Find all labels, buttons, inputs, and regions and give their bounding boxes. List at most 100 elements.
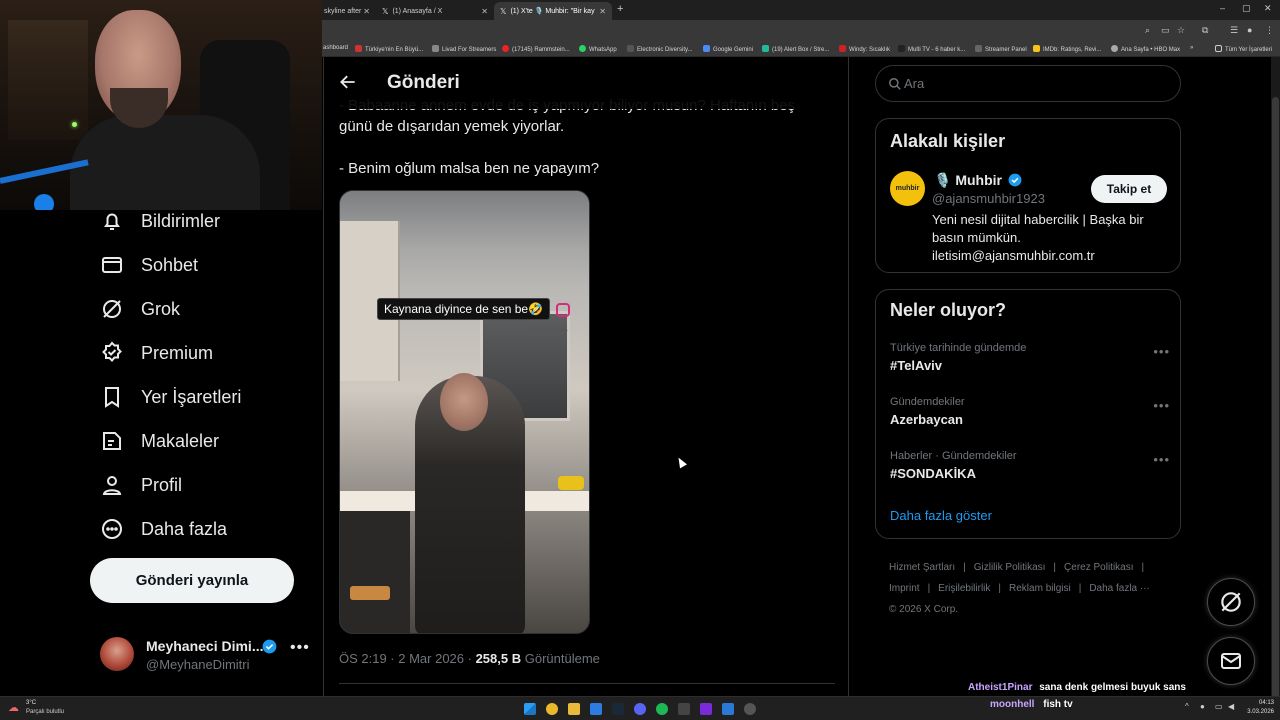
article-icon [103, 432, 121, 450]
back-arrow-icon[interactable] [338, 72, 358, 92]
trend-more-icon[interactable]: ••• [1153, 344, 1170, 359]
nav-item-articles[interactable]: Makaleler [100, 426, 219, 456]
grok-floating-button[interactable] [1207, 578, 1255, 626]
browser-tab[interactable]: 𝕏 (1) Anasayfa / X ✕ [376, 2, 494, 20]
follow-button[interactable]: Takip et [1091, 175, 1167, 203]
footer-link[interactable]: Gizlilik Politikası [974, 562, 1046, 573]
nav-item-grok[interactable]: Grok [100, 294, 180, 324]
file-explorer-icon[interactable] [568, 703, 580, 715]
mic-icon[interactable]: ● [1200, 702, 1205, 711]
account-switcher[interactable]: Meyhaneci Dimi... @MeyhaneDimitri ••• [100, 635, 310, 675]
bookmark-item[interactable]: Ana Sayfa • HBO Max [1111, 45, 1180, 53]
browser-tab[interactable]: skyline after ✕ [318, 2, 376, 20]
trend-item[interactable]: Haberler · Gündemdekiler #SONDAKİKA ••• [890, 450, 1170, 481]
footer-link[interactable]: Hizmet Şartları [889, 562, 955, 573]
post-video[interactable]: Kaynana diyince de sen be🤣 @BUSSRACAKIL [339, 190, 590, 634]
start-icon[interactable] [524, 703, 536, 715]
profile-avatar-icon[interactable]: ● [1247, 25, 1252, 35]
trend-item[interactable]: Türkiye tarihinde gündemde #TelAviv ••• [890, 342, 1170, 373]
search-box[interactable] [875, 65, 1181, 102]
bookmark-item[interactable]: Multi TV - 6 haber k... [898, 45, 965, 53]
search-input[interactable] [904, 66, 1174, 101]
user-name[interactable]: 🎙️ Muhbir [934, 172, 1022, 189]
bookmark-item[interactable]: Google Gemini [703, 45, 753, 53]
clock-time[interactable]: 04:13 [1244, 700, 1274, 706]
verified-badge-icon [262, 639, 277, 654]
bookmark-item[interactable]: IMDb: Ratings, Revi... [1033, 45, 1101, 53]
video-watermark: @BUSSRACAKIL [528, 327, 569, 333]
bookmark-item[interactable]: WhatsApp [579, 45, 617, 53]
weather-condition[interactable]: Parçalı bulutlu [26, 709, 64, 715]
nav-label: Bildirimler [141, 210, 221, 231]
bookmark-item[interactable]: Streamer Panel [975, 45, 1027, 53]
account-more-icon[interactable]: ••• [290, 639, 310, 657]
messages-floating-button[interactable] [1207, 637, 1255, 685]
app-icon[interactable] [722, 703, 734, 715]
spotify-icon[interactable] [656, 703, 668, 715]
bookmark-item[interactable]: Türkiye'nin En Büyü... [355, 45, 423, 53]
bookmark-item[interactable]: (19) Alert Box / Stre... [762, 45, 829, 53]
scrollbar-thumb[interactable] [1272, 97, 1279, 717]
nav-item-premium[interactable]: Premium [100, 338, 213, 368]
cast-icon[interactable]: ▭ [1161, 25, 1170, 36]
nav-label: Yer İşaretleri [141, 386, 242, 407]
nav-item-bookmarks[interactable]: Yer İşaretleri [100, 382, 241, 412]
webcam-overlay [0, 0, 322, 210]
tab-search-icon[interactable]: ☰ [1230, 25, 1238, 36]
close-window-icon[interactable]: ✕ [1264, 3, 1272, 14]
clock-date[interactable]: 3.03.2026 [1238, 709, 1274, 715]
bookmarks-overflow-icon[interactable]: » [1190, 45, 1193, 51]
grok-icon [103, 300, 121, 318]
app-icon[interactable] [590, 703, 602, 715]
bookmark-item[interactable]: Electronic Diversity... [627, 45, 693, 53]
volume-icon[interactable]: ◀ [1228, 702, 1234, 711]
bookmark-folder[interactable]: Tüm Yer İşaretleri [1215, 45, 1272, 53]
avatar[interactable]: muhbir [890, 171, 925, 206]
account-name: Meyhaneci Dimi... [146, 638, 264, 654]
footer-link[interactable]: Erişilebilirlik [938, 583, 990, 594]
ambient-light [72, 122, 77, 127]
network-icon[interactable]: ▭ [1215, 702, 1223, 711]
nav-item-profile[interactable]: Profil [100, 470, 182, 500]
bookmark-item[interactable]: (17145) Rammstein... [502, 45, 570, 53]
show-more-link[interactable]: Daha fazla göster [890, 508, 992, 523]
zoom-icon[interactable]: ⌕ [1145, 25, 1150, 36]
bookmark-item[interactable]: Windy: Sıcaklık [839, 45, 890, 53]
browser-tab-active[interactable]: 𝕏 (1) X'te 🎙️ Muhbir: "Bir kay ✕ [494, 2, 612, 20]
close-tab-icon[interactable]: ✕ [363, 7, 370, 16]
chat-message: moonhell fish tv [990, 699, 1073, 710]
footer-link[interactable]: Çerez Politikası [1064, 562, 1133, 573]
steam-icon[interactable] [612, 703, 624, 715]
menu-icon[interactable]: ⋮ [1265, 25, 1274, 36]
chrome-icon[interactable] [546, 703, 558, 715]
trend-more-icon[interactable]: ••• [1153, 398, 1170, 413]
tray-overflow-icon[interactable]: ^ [1185, 702, 1189, 711]
star-icon[interactable]: ☆ [1177, 25, 1185, 36]
bookmark-item[interactable]: ashboard [323, 45, 348, 51]
trend-item[interactable]: Gündemdekiler Azerbaycan ••• [890, 396, 1170, 427]
bookmark-item[interactable]: Livad For Streamers [432, 45, 496, 53]
post-button[interactable]: Gönderi yayınla [90, 558, 294, 603]
close-tab-icon[interactable]: ✕ [481, 7, 488, 16]
nav-item-more[interactable]: Daha fazla [100, 514, 227, 544]
discord-icon[interactable] [634, 703, 646, 715]
weather-temperature[interactable]: 3°C [26, 700, 36, 706]
trend-more-icon[interactable]: ••• [1153, 452, 1170, 467]
footer-link[interactable]: Daha fazla ··· [1089, 583, 1150, 594]
app-icon[interactable] [744, 703, 756, 715]
minimize-icon[interactable]: – [1220, 3, 1225, 13]
twitch-icon[interactable] [700, 703, 712, 715]
calculator-icon[interactable] [678, 703, 690, 715]
nav-item-notifications[interactable]: Bildirimler [100, 206, 220, 236]
maximize-icon[interactable]: ▢ [1242, 3, 1251, 14]
video-oven [340, 511, 410, 633]
close-tab-icon[interactable]: ✕ [599, 7, 606, 16]
post-timestamp[interactable]: ÖS 2:19 · 2 Mar 2026 · [339, 651, 476, 666]
user-handle[interactable]: @ajansmuhbir1923 [932, 191, 1045, 206]
nav-item-chat[interactable]: Sohbet [100, 250, 198, 280]
new-tab-icon[interactable]: + [617, 3, 623, 15]
footer-link[interactable]: Imprint [889, 583, 920, 594]
footer-link[interactable]: Reklam bilgisi [1009, 583, 1071, 594]
extensions-icon[interactable]: ⧉ [1202, 25, 1208, 36]
page-scrollbar[interactable] [1271, 57, 1280, 717]
